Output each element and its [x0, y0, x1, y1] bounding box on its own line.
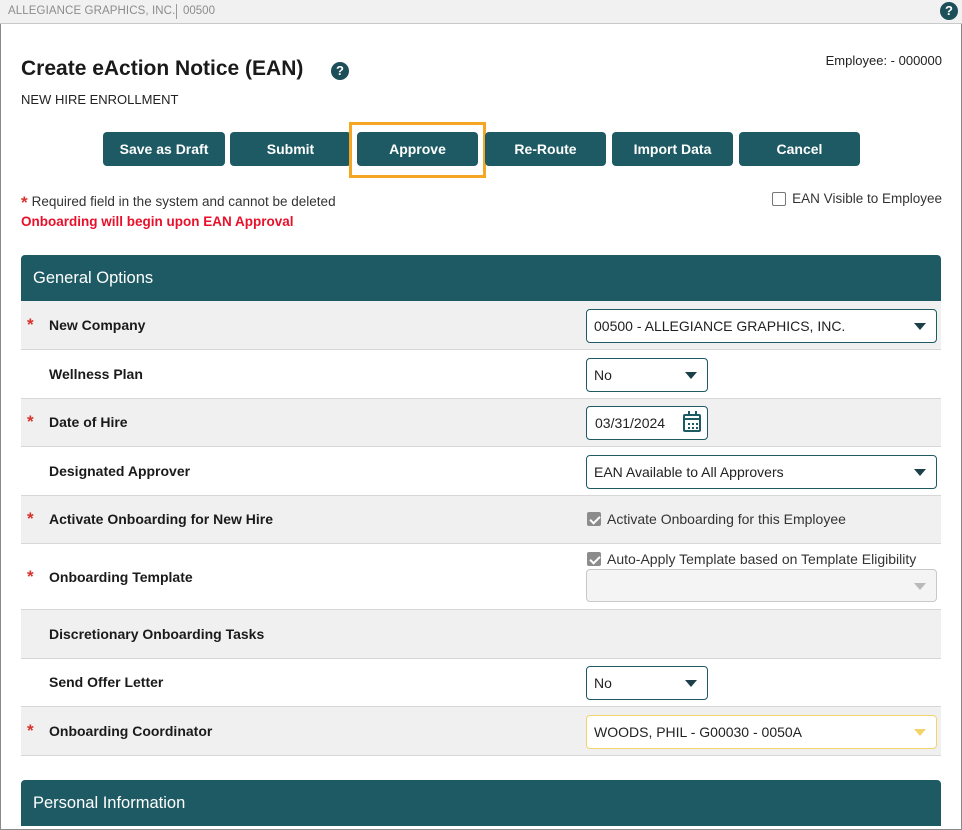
new-company-label: New Company — [49, 317, 146, 333]
onboarding-template-select[interactable] — [586, 569, 937, 602]
row-new-company: * New Company 00500 - ALLEGIANCE GRAPHIC… — [21, 301, 941, 350]
new-company-value: 00500 - ALLEGIANCE GRAPHICS, INC. — [594, 318, 846, 334]
required-star: * — [27, 315, 34, 334]
top-bar: ALLEGIANCE GRAPHICS, INC. 00500 ? — [0, 0, 962, 24]
ean-visible-option[interactable]: EAN Visible to Employee — [772, 191, 942, 206]
page-title: Create eAction Notice (EAN) — [21, 57, 304, 80]
import-data-button[interactable]: Import Data — [612, 132, 733, 166]
chevron-down-icon — [685, 680, 697, 687]
activate-onboarding-check-label: Activate Onboarding for this Employee — [607, 511, 846, 527]
required-text: Required field in the system and cannot … — [31, 194, 336, 209]
row-discretionary-tasks: Discretionary Onboarding Tasks — [21, 610, 941, 659]
chevron-down-icon — [685, 372, 697, 379]
date-of-hire-label: Date of Hire — [49, 414, 128, 430]
onboarding-coordinator-label: Onboarding Coordinator — [49, 723, 213, 739]
row-onboarding-coordinator: * Onboarding Coordinator WOODS, PHIL - G… — [21, 707, 941, 756]
chevron-down-icon — [914, 729, 926, 736]
wellness-plan-value: No — [594, 367, 612, 383]
help-icon[interactable]: ? — [940, 2, 958, 20]
designated-approver-label: Designated Approver — [49, 463, 191, 479]
date-of-hire-input[interactable]: 03/31/2024 — [586, 406, 708, 440]
onboarding-coordinator-value: WOODS, PHIL - G00030 - 0050A — [594, 724, 803, 740]
new-company-select[interactable]: 00500 - ALLEGIANCE GRAPHICS, INC. — [586, 309, 937, 343]
reroute-button[interactable]: Re-Route — [485, 132, 606, 166]
save-as-draft-button[interactable]: Save as Draft — [103, 132, 225, 166]
required-note: * Required field in the system and cannot… — [21, 191, 336, 212]
activate-onboarding-checkbox[interactable] — [587, 512, 601, 526]
required-star: * — [27, 567, 34, 586]
title-help-icon[interactable]: ? — [331, 62, 349, 80]
required-star: * — [21, 193, 28, 212]
page-subtitle: NEW HIRE ENROLLMENT — [21, 92, 179, 107]
row-send-offer-letter: Send Offer Letter No — [21, 659, 941, 707]
row-wellness-plan: Wellness Plan No — [21, 350, 941, 399]
onboarding-template-label: Onboarding Template — [49, 569, 193, 585]
designated-approver-select[interactable]: EAN Available to All Approvers — [586, 455, 937, 489]
wellness-plan-select[interactable]: No — [586, 358, 708, 392]
chevron-down-icon — [914, 469, 926, 476]
personal-information-header[interactable]: Personal Information — [21, 780, 941, 826]
auto-apply-checkbox[interactable] — [587, 552, 601, 566]
general-options-header[interactable]: General Options — [21, 255, 941, 301]
approve-button[interactable]: Approve — [357, 132, 478, 166]
company-code: 00500 — [183, 5, 215, 17]
required-star: * — [27, 721, 34, 740]
submit-button[interactable]: Submit — [230, 132, 351, 166]
chevron-down-icon — [914, 583, 926, 590]
send-offer-letter-label: Send Offer Letter — [49, 674, 164, 690]
designated-approver-value: EAN Available to All Approvers — [594, 464, 784, 480]
company-name: ALLEGIANCE GRAPHICS, INC. — [8, 5, 176, 17]
activate-onboarding-label: Activate Onboarding for New Hire — [49, 511, 274, 527]
wellness-plan-label: Wellness Plan — [49, 366, 143, 382]
activate-onboarding-option[interactable]: Activate Onboarding for this Employee — [587, 511, 846, 527]
calendar-icon[interactable] — [683, 411, 701, 432]
auto-apply-option[interactable]: Auto-Apply Template based on Template El… — [587, 551, 916, 567]
send-offer-letter-select[interactable]: No — [586, 666, 708, 700]
cancel-button[interactable]: Cancel — [739, 132, 860, 166]
row-date-of-hire: * Date of Hire 03/31/2024 — [21, 399, 941, 447]
ean-visible-label: EAN Visible to Employee — [792, 191, 942, 206]
employee-id: Employee: - 000000 — [825, 53, 942, 68]
chevron-down-icon — [914, 323, 926, 330]
date-of-hire-value: 03/31/2024 — [595, 415, 666, 431]
required-star: * — [27, 412, 34, 431]
ean-visible-checkbox[interactable] — [772, 191, 787, 206]
onboarding-warning: Onboarding will begin upon EAN Approval — [21, 214, 294, 229]
divider — [176, 4, 177, 19]
row-activate-onboarding: * Activate Onboarding for New Hire Activ… — [21, 496, 941, 544]
row-designated-approver: Designated Approver EAN Available to All… — [21, 447, 941, 496]
discretionary-tasks-label: Discretionary Onboarding Tasks — [49, 626, 265, 642]
send-offer-letter-value: No — [594, 675, 612, 691]
row-onboarding-template: * Onboarding Template Auto-Apply Templat… — [21, 544, 941, 610]
onboarding-coordinator-select[interactable]: WOODS, PHIL - G00030 - 0050A — [586, 715, 937, 749]
auto-apply-label: Auto-Apply Template based on Template El… — [607, 551, 917, 567]
required-star: * — [27, 509, 34, 528]
